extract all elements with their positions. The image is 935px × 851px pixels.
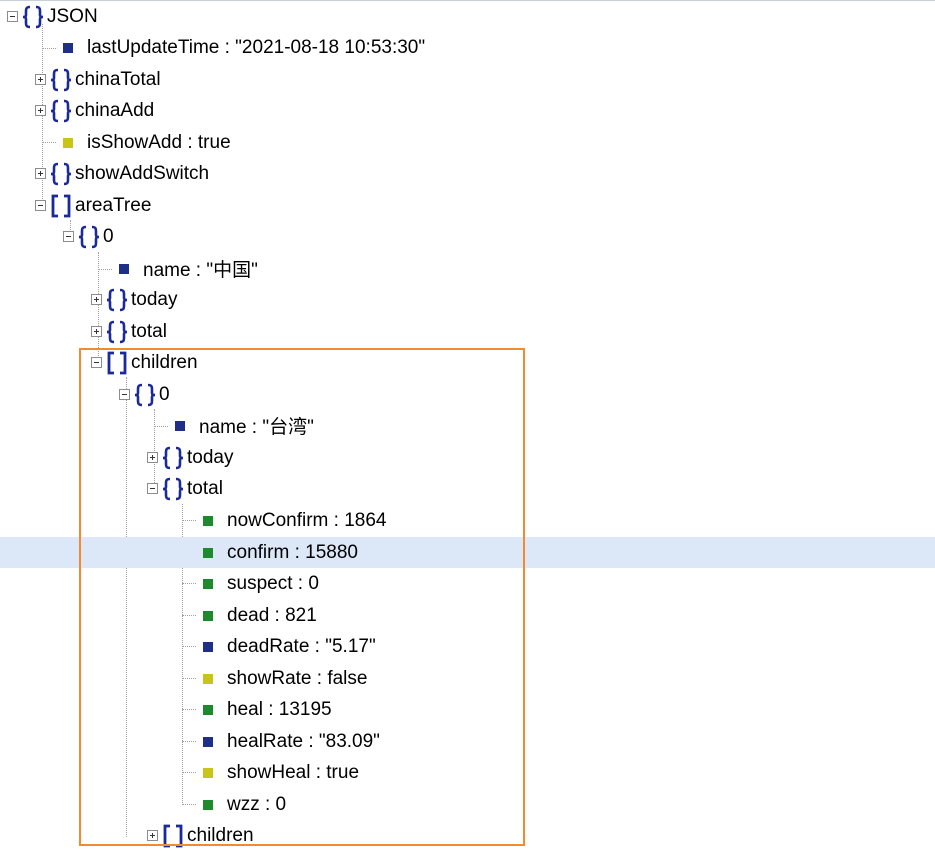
node-label: lastUpdateTime : "2021-08-18 10:53:30" [87,36,426,58]
node-label: chinaAdd [75,99,155,121]
node-label: today [131,288,178,310]
expand-icon[interactable] [35,168,46,179]
tree-row-area-0-today[interactable]: today [0,284,935,315]
collapse-icon[interactable] [7,11,18,22]
node-label: total [131,320,167,342]
boolean-value-icon [63,137,73,148]
tree-row-isShowAdd[interactable]: isShowAdd : true [0,127,935,158]
expand-icon[interactable] [35,74,46,85]
node-label: isShowAdd : true [87,131,231,153]
tree-row-areaTree[interactable]: areaTree [0,190,935,221]
tree-row-showAddSwitch[interactable]: showAddSwitch [0,158,935,189]
curly-braces-icon [77,225,101,248]
tree-row-area-0[interactable]: 0 [0,221,935,252]
node-label: areaTree [75,194,152,216]
highlight-annotation-box [79,348,525,846]
node-label: showAddSwitch [75,162,210,184]
curly-braces-icon [49,68,73,91]
tree-row-root[interactable]: JSON [0,1,935,32]
string-value-icon [63,42,73,53]
collapse-icon[interactable] [63,231,74,242]
node-label: chinaTotal [75,68,161,90]
curly-braces-icon [49,162,73,185]
tree-row-chinaTotal[interactable]: chinaTotal [0,64,935,95]
expand-icon[interactable] [91,326,102,337]
curly-braces-icon [105,320,129,343]
node-label: 0 [103,225,114,247]
expand-icon[interactable] [35,105,46,116]
curly-braces-icon [49,99,73,122]
expand-icon[interactable] [91,294,102,305]
tree-row-area-0-total[interactable]: total [0,316,935,347]
string-value-icon [119,263,129,274]
curly-braces-icon [21,5,45,28]
tree-row-lastUpdateTime[interactable]: lastUpdateTime : "2021-08-18 10:53:30" [0,32,935,63]
node-label: name : "中国" [143,260,258,281]
square-brackets-icon [51,194,71,217]
curly-braces-icon [105,288,129,311]
tree-row-chinaAdd[interactable]: chinaAdd [0,95,935,126]
collapse-icon[interactable] [35,200,46,211]
node-label: JSON [47,5,98,27]
tree-row-area-0-name[interactable]: name : "中国" [0,253,935,284]
